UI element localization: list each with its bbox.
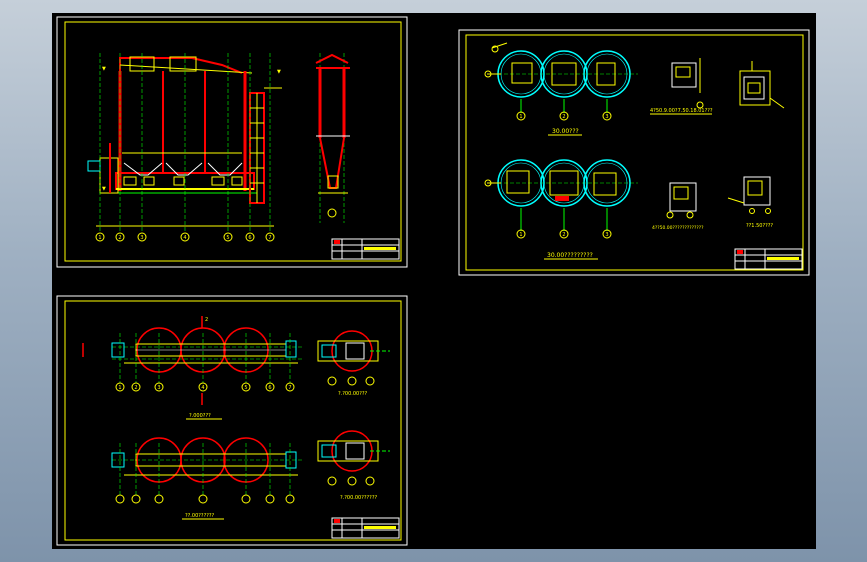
grid-label: 6 [248,235,251,241]
grid-axis-bubbles: 1 2 3 4 5 6 7 [95,232,275,242]
silo-plan-bottom: 1 2 3 [484,159,638,239]
grid-label: 3 [605,232,608,238]
detail-b [666,182,697,219]
section-mark: 2 [205,317,208,323]
grid-label: 1 [519,114,522,120]
side-caption: ?.?00.00??? [338,391,368,397]
svg-text:▼: ▼ [102,186,106,192]
svg-text:▼: ▼ [102,66,106,72]
grid-label: 4 [201,385,204,391]
side-caption: ?.?00.00?????? [340,495,377,501]
drawing-sheet-plans[interactable]: 1 2 3 30.00??? 1 2 3 30.00????????? 4?50… [458,29,810,276]
grid-label: 3 [140,235,143,241]
detail-c [739,61,785,109]
svg-text:▼: ▼ [277,69,281,75]
detail-caption: 4??50.00????????????? [652,225,704,231]
detail-caption: 4?50.9.00?7.50.18.01??? [650,108,713,114]
plan-caption: 30.00????????? [547,252,593,259]
grid-label: 2 [562,232,565,238]
grid-label: 1 [98,235,101,241]
side-plan-lower [317,430,390,486]
detail-d [727,176,771,214]
plan-caption: ?.000??? [189,413,211,419]
silo-side-section [315,53,350,223]
grid-label: 5 [226,235,229,241]
silo-plan-upper: 1 2 3 4 5 6 7 2 [82,316,302,405]
silo-plan-lower [111,437,302,504]
plan-caption: 30.00??? [552,128,579,135]
grid-label: 4 [183,235,186,241]
grid-label: 7 [268,235,271,241]
cad-model-viewport[interactable]: ▼ ▼ ▼ 1 2 3 4 5 6 7 1 2 3 30.00??? 1 2 3… [52,13,816,549]
detail-caption: ??1.50???? [746,223,773,229]
grid-label: 3 [157,385,160,391]
silo-elevation: ▼ ▼ ▼ [87,53,282,231]
grid-label: 5 [244,385,247,391]
grid-label: 2 [562,114,565,120]
grid-label: 3 [605,114,608,120]
plan-caption: ??.00?????? [185,513,215,519]
detail-a [671,58,704,109]
title-block [331,517,400,539]
silo-plan-top: 1 2 3 [484,42,638,121]
grid-label: 6 [268,385,271,391]
grid-label: 1 [519,232,522,238]
grid-label: 1 [118,385,121,391]
side-plan-upper [317,330,390,386]
title-block [331,238,400,260]
drawing-sheet-elevation[interactable]: ▼ ▼ ▼ 1 2 3 4 5 6 7 [56,16,408,268]
grid-label: 2 [134,385,137,391]
grid-label: 2 [118,235,121,241]
grid-label: 7 [288,385,291,391]
drawing-sheet-plans-lower[interactable]: 1 2 3 4 5 6 7 2 ?.000??? ??.00?????? ?.?… [56,295,408,546]
title-block [734,248,803,270]
